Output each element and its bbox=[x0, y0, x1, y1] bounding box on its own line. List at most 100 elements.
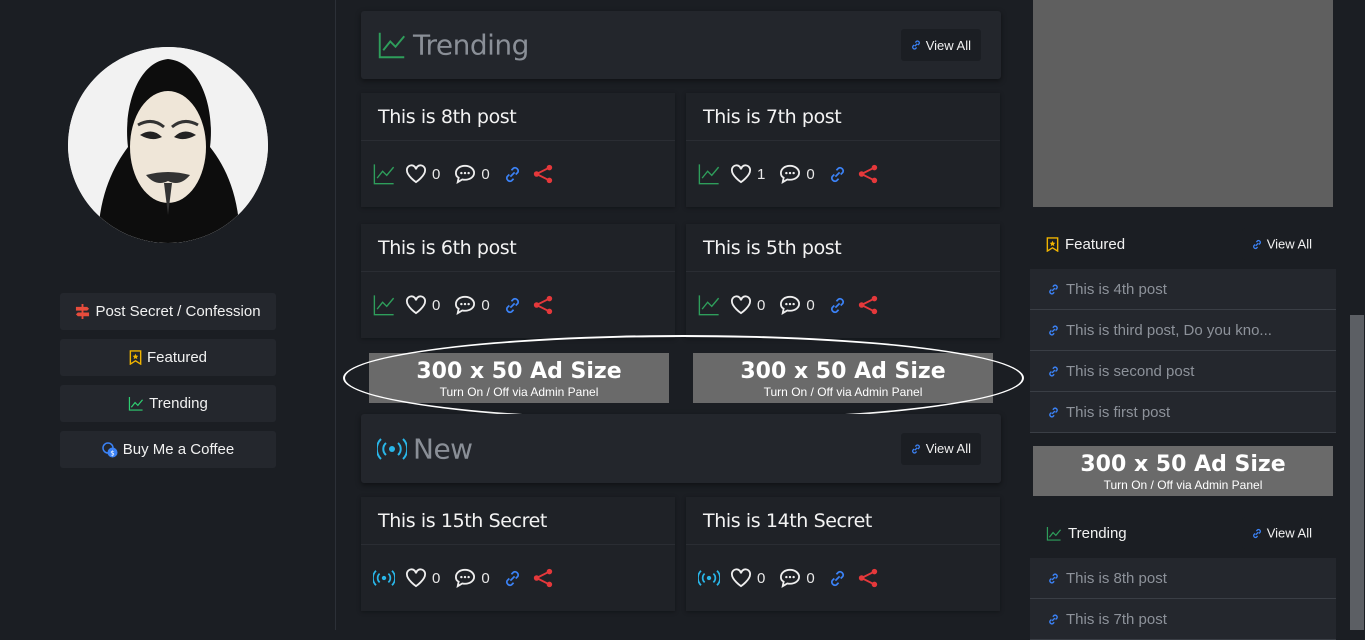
ad-banner[interactable]: 300 x 50 Ad Size Turn On / Off via Admin… bbox=[369, 353, 669, 403]
heart-icon bbox=[731, 164, 751, 184]
sidebar-featured-item[interactable]: This is first post bbox=[1030, 392, 1336, 433]
post-card[interactable]: This is 8th post 0 0 bbox=[361, 93, 675, 207]
ad-size-text: 300 x 50 Ad Size bbox=[1080, 452, 1286, 477]
like-button[interactable]: 0 bbox=[730, 295, 765, 315]
post-card[interactable]: This is 15th Secret 0 0 bbox=[361, 497, 675, 611]
comment-icon bbox=[455, 568, 476, 588]
nav-trending-button[interactable]: Trending bbox=[60, 385, 276, 422]
heart-icon bbox=[406, 568, 426, 588]
scrollbar-thumb[interactable] bbox=[1350, 315, 1364, 630]
bookmark-star-icon bbox=[1046, 236, 1059, 252]
broadcast-icon bbox=[377, 437, 407, 460]
like-count: 1 bbox=[757, 165, 766, 183]
share-icon[interactable] bbox=[856, 163, 880, 185]
link-icon[interactable] bbox=[504, 166, 521, 183]
post-card[interactable]: This is 6th post 0 0 bbox=[361, 224, 675, 338]
ad-banner[interactable]: 300 x 50 Ad Size Turn On / Off via Admin… bbox=[1033, 446, 1333, 496]
post-title[interactable]: This is 15th Secret bbox=[361, 497, 675, 545]
sidebar-trending-view-all-button[interactable]: View All bbox=[1241, 517, 1322, 549]
comment-button[interactable]: 0 bbox=[779, 164, 815, 184]
trending-icon bbox=[1046, 526, 1062, 541]
like-button[interactable]: 1 bbox=[730, 164, 765, 184]
sidebar-item-label: This is 8th post bbox=[1066, 569, 1167, 587]
ad-sub-text: Turn On / Off via Admin Panel bbox=[763, 385, 923, 399]
sidebar-item-label: This is second post bbox=[1066, 362, 1195, 380]
comment-count: 0 bbox=[481, 569, 490, 587]
sidebar-item-label: This is first post bbox=[1066, 403, 1171, 421]
link-icon bbox=[1049, 407, 1058, 417]
share-icon[interactable] bbox=[531, 294, 555, 316]
comment-icon bbox=[780, 295, 801, 315]
comment-button[interactable]: 0 bbox=[454, 568, 490, 588]
comment-count: 0 bbox=[806, 569, 815, 587]
trending-view-all-button[interactable]: View All bbox=[900, 29, 981, 61]
broadcast-icon bbox=[373, 570, 395, 586]
share-icon[interactable] bbox=[856, 294, 880, 316]
share-icon[interactable] bbox=[856, 567, 880, 589]
heart-icon bbox=[406, 295, 426, 315]
sidebar-trending-item[interactable]: This is 8th post bbox=[1030, 558, 1336, 599]
view-all-label: View All bbox=[1266, 236, 1312, 252]
share-icon[interactable] bbox=[531, 163, 555, 185]
heart-icon bbox=[731, 295, 751, 315]
new-title: New bbox=[413, 432, 473, 465]
svg-text:$: $ bbox=[110, 449, 114, 457]
link-icon[interactable] bbox=[829, 166, 846, 183]
post-title[interactable]: This is 7th post bbox=[686, 93, 1000, 141]
nav-featured-button[interactable]: Featured bbox=[60, 339, 276, 376]
view-all-label: View All bbox=[1266, 525, 1312, 541]
comment-button[interactable]: 0 bbox=[454, 295, 490, 315]
link-icon[interactable] bbox=[829, 570, 846, 587]
trending-icon bbox=[698, 164, 720, 185]
link-icon bbox=[1252, 528, 1261, 538]
like-button[interactable]: 0 bbox=[405, 295, 440, 315]
like-button[interactable]: 0 bbox=[405, 164, 440, 184]
signpost-icon bbox=[76, 304, 90, 319]
post-title[interactable]: This is 14th Secret bbox=[686, 497, 1000, 545]
comment-count: 0 bbox=[481, 165, 490, 183]
ad-banner[interactable]: 300 x 50 Ad Size Turn On / Off via Admin… bbox=[693, 353, 993, 403]
post-actions: 0 0 bbox=[361, 141, 675, 207]
link-icon[interactable] bbox=[504, 570, 521, 587]
comment-icon bbox=[780, 568, 801, 588]
coins-icon: $ bbox=[102, 441, 118, 457]
new-view-all-button[interactable]: View All bbox=[900, 432, 981, 465]
sidebar-featured-item[interactable]: This is third post, Do you kno... bbox=[1030, 310, 1336, 351]
trending-icon bbox=[373, 164, 395, 185]
post-card[interactable]: This is 7th post 1 0 bbox=[686, 93, 1000, 207]
link-icon bbox=[911, 443, 920, 454]
comment-icon bbox=[455, 164, 476, 184]
sidebar-featured-title: Featured bbox=[1065, 235, 1126, 253]
comment-button[interactable]: 0 bbox=[779, 295, 815, 315]
view-all-label: View All bbox=[925, 441, 971, 456]
post-title[interactable]: This is 8th post bbox=[361, 93, 675, 141]
ad-size-text: 300 x 50 Ad Size bbox=[416, 359, 622, 384]
nav-coffee-label: Buy Me a Coffee bbox=[122, 441, 235, 458]
sidebar-featured-item[interactable]: This is second post bbox=[1030, 351, 1336, 392]
broadcast-icon bbox=[698, 570, 720, 586]
like-count: 0 bbox=[757, 296, 766, 314]
like-button[interactable]: 0 bbox=[405, 568, 440, 588]
post-title[interactable]: This is 5th post bbox=[686, 224, 1000, 272]
nav-post-secret-button[interactable]: Post Secret / Confession bbox=[60, 293, 276, 330]
trending-icon bbox=[698, 295, 720, 316]
like-button[interactable]: 0 bbox=[730, 568, 765, 588]
post-actions: 1 0 bbox=[686, 141, 1000, 207]
link-icon[interactable] bbox=[504, 297, 521, 314]
post-card[interactable]: This is 14th Secret 0 0 bbox=[686, 497, 1000, 611]
trending-icon bbox=[373, 295, 395, 316]
post-actions: 0 0 bbox=[361, 272, 675, 338]
sidebar-featured-item[interactable]: This is 4th post bbox=[1030, 269, 1336, 310]
link-icon bbox=[911, 40, 920, 50]
post-card[interactable]: This is 5th post 0 0 bbox=[686, 224, 1000, 338]
link-icon bbox=[1252, 239, 1261, 249]
comment-button[interactable]: 0 bbox=[454, 164, 490, 184]
sidebar-featured-view-all-button[interactable]: View All bbox=[1241, 228, 1322, 260]
post-title[interactable]: This is 6th post bbox=[361, 224, 675, 272]
nav-trending-label: Trending bbox=[149, 395, 208, 412]
share-icon[interactable] bbox=[531, 567, 555, 589]
nav-coffee-button[interactable]: $ Buy Me a Coffee bbox=[60, 431, 276, 468]
comment-button[interactable]: 0 bbox=[779, 568, 815, 588]
link-icon[interactable] bbox=[829, 297, 846, 314]
sidebar-trending-item[interactable]: This is 7th post bbox=[1030, 599, 1336, 640]
